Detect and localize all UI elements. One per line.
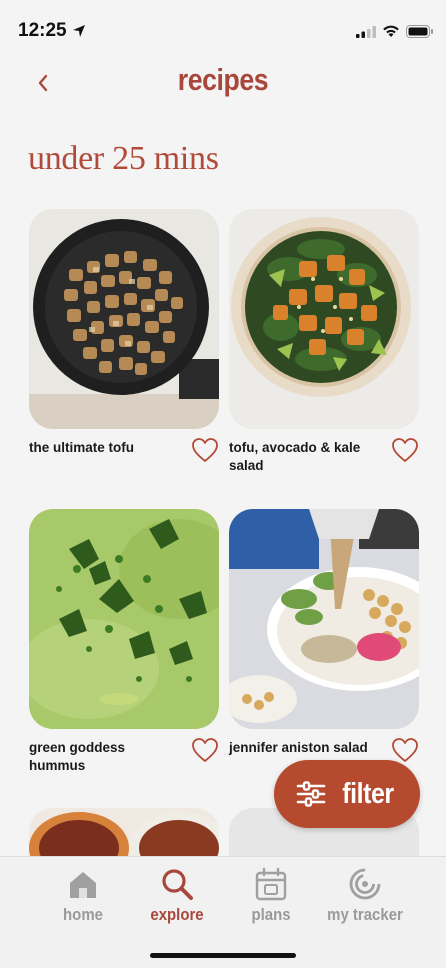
location-arrow-icon [73,25,85,37]
battery-icon [406,25,433,38]
section-title: under 25 mins [28,140,219,177]
favorite-button[interactable] [391,437,419,463]
recipe-card[interactable]: jennifer aniston salad [229,509,419,762]
favorite-button[interactable] [391,737,419,763]
recipe-card[interactable]: the ultimate tofu [29,209,219,462]
tracker-icon [349,868,381,900]
tab-label: plans [251,905,291,924]
heart-icon [192,438,218,462]
status-time: 12:25 [18,20,67,41]
filter-label: filter [342,777,394,810]
tab-label: home [63,905,103,924]
status-bar: 12:25 [0,0,446,60]
heart-icon [392,438,418,462]
recipe-image[interactable] [229,509,419,729]
wifi-icon [383,25,399,37]
magnifier-icon [162,869,193,900]
cellular-signal-icon [356,26,376,38]
recipe-card[interactable]: tofu, avocado & kale salad [229,209,419,473]
recipe-image[interactable] [29,209,219,429]
tab-label: my tracker [327,905,403,924]
calendar-icon [255,867,287,901]
recipe-image[interactable] [29,509,219,729]
recipe-name[interactable]: green goddess hummus [29,739,179,775]
recipe-image[interactable] [229,209,419,429]
recipe-name[interactable]: jennifer aniston salad [229,739,379,757]
sliders-icon [296,781,326,807]
recipe-name[interactable]: tofu, avocado & kale salad [229,439,379,475]
favorite-button[interactable] [191,437,219,463]
tab-label: explore [150,905,204,924]
favorite-button[interactable] [191,737,219,763]
house-icon [70,872,96,898]
heart-icon [192,738,218,762]
page-title: recipes [177,62,269,97]
heart-icon [392,738,418,762]
tab-tracker[interactable]: my tracker [310,867,420,925]
filter-button[interactable]: filter [274,760,420,828]
tab-bar: home explore plans my tracker [0,856,446,968]
recipe-name[interactable]: the ultimate tofu [29,439,179,457]
recipe-card[interactable]: green goddess hummus [29,509,219,773]
home-indicator [150,953,296,958]
